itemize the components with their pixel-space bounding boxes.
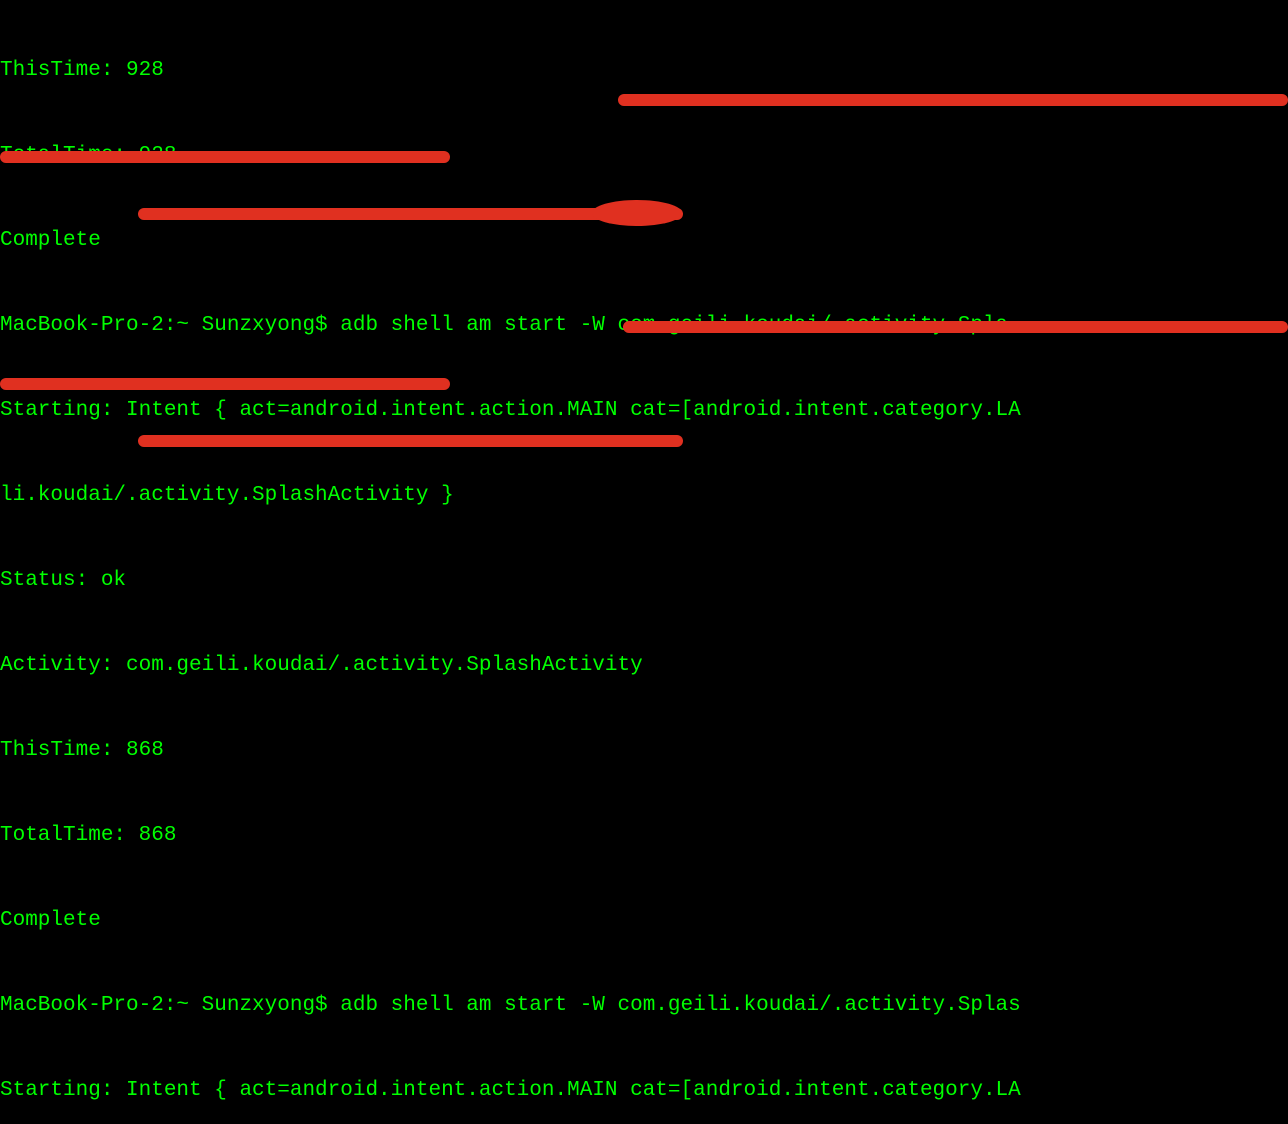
output-line: Status: ok xyxy=(0,567,1288,595)
redaction-mark xyxy=(138,435,683,447)
redaction-mark xyxy=(0,378,450,390)
output-line: Complete xyxy=(0,907,1288,935)
prompt-line[interactable]: MacBook-Pro-2:~ Sunzxyong$ adb shell am … xyxy=(0,992,1288,1020)
redaction-mark xyxy=(618,94,1288,106)
redaction-mark xyxy=(0,151,450,163)
terminal-output: ThisTime: 928 TotalTime: 928 Complete Ma… xyxy=(0,0,1288,1124)
output-line: ThisTime: 928 xyxy=(0,57,1288,85)
output-line: Complete xyxy=(0,227,1288,255)
output-line: Starting: Intent { act=android.intent.ac… xyxy=(0,397,1288,425)
output-line: TotalTime: 868 xyxy=(0,822,1288,850)
output-line: li.koudai/.activity.SplashActivity } xyxy=(0,482,1288,510)
output-line: ThisTime: 868 xyxy=(0,737,1288,765)
redaction-mark xyxy=(623,321,1288,333)
output-line: Starting: Intent { act=android.intent.ac… xyxy=(0,1077,1288,1105)
redaction-blob xyxy=(592,200,682,226)
output-line: Activity: com.geili.koudai/.activity.Spl… xyxy=(0,652,1288,680)
